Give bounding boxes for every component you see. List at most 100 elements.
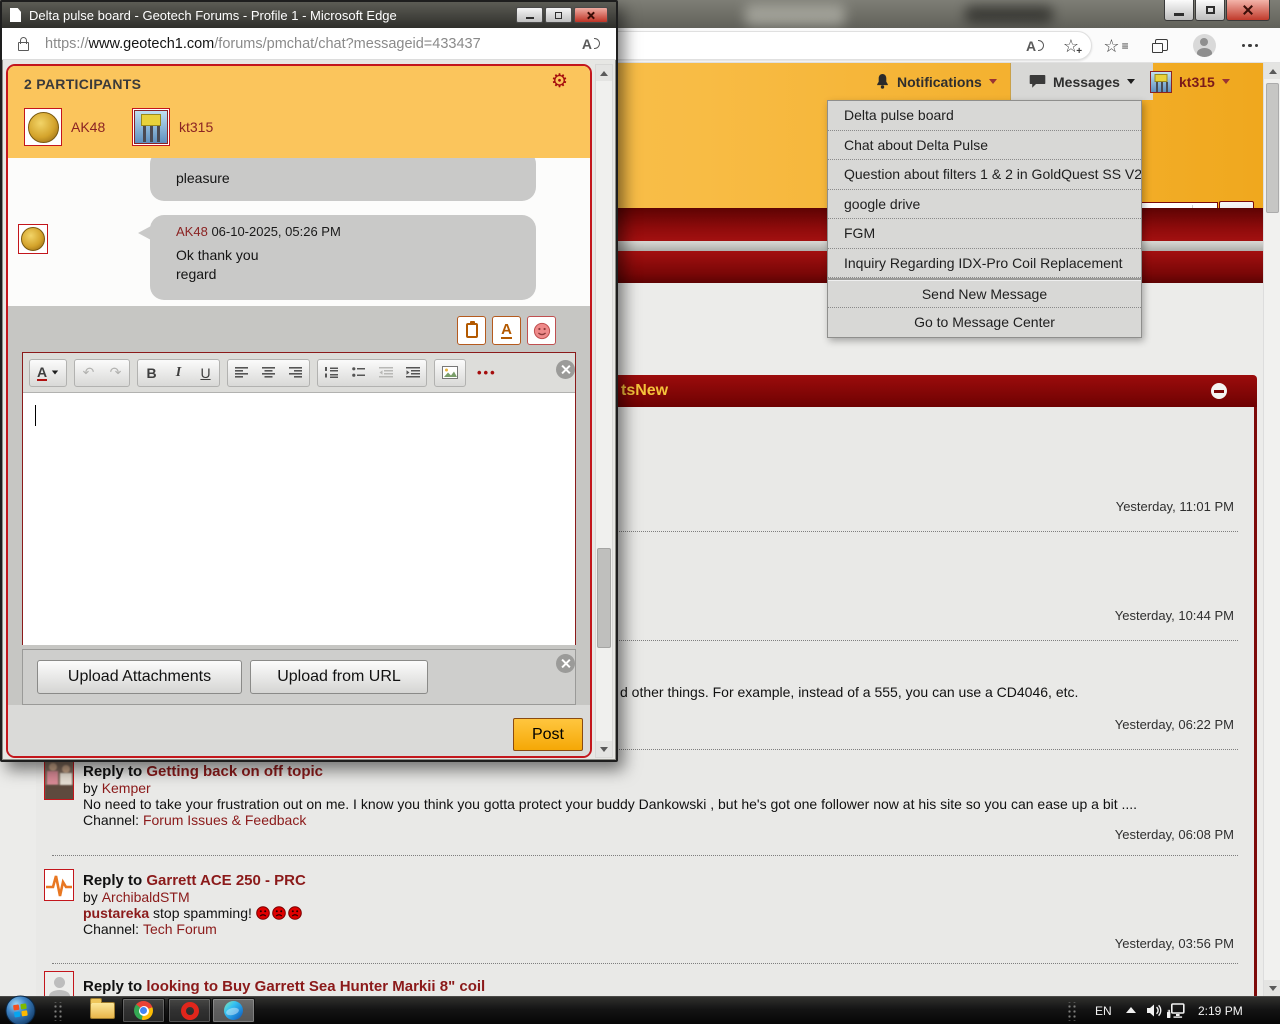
- underline-button[interactable]: U: [192, 360, 219, 386]
- user-menu[interactable]: kt315: [1150, 63, 1230, 100]
- popup-titlebar[interactable]: Delta pulse board - Geotech Forums - Pro…: [2, 2, 616, 28]
- menu-item-delta-pulse-board[interactable]: Delta pulse board: [828, 101, 1141, 131]
- avatar-art: [47, 771, 58, 785]
- minimize-button[interactable]: [516, 7, 543, 23]
- notifications-menu[interactable]: Notifications: [875, 63, 997, 100]
- text-format-button[interactable]: A: [492, 316, 521, 345]
- main-window-controls: [1163, 0, 1270, 21]
- avatar-default[interactable]: [44, 971, 74, 996]
- network-icon[interactable]: [1166, 1003, 1185, 1022]
- post-title: Reply to Garrett ACE 250 - PRC: [83, 872, 306, 889]
- indent-button[interactable]: [399, 360, 426, 386]
- add-favorite-icon[interactable]: ☆ +: [1054, 28, 1088, 63]
- close-button[interactable]: [574, 7, 608, 23]
- collections-icon[interactable]: [1142, 28, 1178, 63]
- close-button[interactable]: [1226, 0, 1270, 21]
- language-indicator[interactable]: EN: [1095, 1004, 1112, 1018]
- star-glyph: ☆: [1103, 35, 1120, 56]
- maximize-button[interactable]: [545, 7, 572, 23]
- edge-taskbar-button[interactable]: [212, 998, 255, 1023]
- plus-glyph: +: [1075, 45, 1084, 57]
- outdent-button[interactable]: [372, 360, 399, 386]
- avatar-art: [143, 126, 146, 142]
- close-attachments-icon[interactable]: [556, 654, 575, 673]
- thread-link[interactable]: Getting back on off topic: [146, 763, 323, 780]
- post-timestamp: Yesterday, 03:56 PM: [1114, 936, 1234, 951]
- file-explorer-icon[interactable]: [90, 998, 115, 1019]
- upload-attachments-button[interactable]: Upload Attachments: [37, 660, 242, 694]
- menu-item-idx-pro-inquiry[interactable]: Inquiry Regarding IDX-Pro Coil Replaceme…: [828, 249, 1141, 278]
- clear-editor-icon[interactable]: [556, 360, 575, 379]
- collapse-icon[interactable]: [1211, 383, 1227, 399]
- italic-button[interactable]: I: [165, 360, 192, 386]
- thread-link[interactable]: looking to Buy Garrett Sea Hunter Markii…: [146, 978, 485, 995]
- windows-logo-icon: [5, 995, 36, 1024]
- menu-item-message-center[interactable]: Go to Message Center: [828, 308, 1141, 338]
- avatar-art: [1166, 81, 1168, 92]
- messages-menu[interactable]: Messages: [1010, 63, 1153, 100]
- gear-icon[interactable]: ⚙: [551, 70, 568, 93]
- opera-taskbar-button[interactable]: [168, 998, 211, 1023]
- menu-item-chat-about-delta-pulse[interactable]: Chat about Delta Pulse: [828, 131, 1141, 160]
- author-link[interactable]: ArchibaldSTM: [102, 889, 190, 905]
- align-center-button[interactable]: [255, 360, 282, 386]
- show-hidden-icons[interactable]: [1126, 1007, 1136, 1013]
- font-color-button[interactable]: A: [30, 360, 66, 386]
- favorites-icon[interactable]: ☆ ≡: [1098, 28, 1134, 63]
- message-author[interactable]: AK48: [176, 224, 208, 239]
- scroll-up-button[interactable]: [596, 65, 612, 81]
- minimize-button[interactable]: [1164, 0, 1194, 21]
- reply-prefix: Reply to: [83, 872, 143, 889]
- post-author-line: by ArchibaldSTM: [83, 889, 190, 905]
- smiley-button[interactable]: [527, 316, 556, 345]
- author-link[interactable]: Kemper: [102, 780, 151, 796]
- post-separator: [52, 855, 1238, 856]
- bullet-list-button[interactable]: [345, 360, 372, 386]
- mentioned-user[interactable]: pustareka: [83, 905, 149, 921]
- settings-menu-icon[interactable]: [1232, 28, 1268, 63]
- menu-item-google-drive[interactable]: google drive: [828, 190, 1141, 219]
- undo-button[interactable]: ↶: [75, 360, 102, 386]
- bold-button[interactable]: B: [138, 360, 165, 386]
- upload-from-url-button[interactable]: Upload from URL: [250, 660, 428, 694]
- align-left-button[interactable]: [228, 360, 255, 386]
- scroll-up-button[interactable]: [1264, 63, 1280, 79]
- post-button[interactable]: Post: [513, 718, 583, 751]
- thread-link[interactable]: Garrett ACE 250 - PRC: [146, 872, 306, 889]
- insert-image-button[interactable]: [435, 360, 465, 386]
- menu-item-fgm[interactable]: FGM: [828, 219, 1141, 249]
- paste-icon: [465, 321, 478, 338]
- profile-icon[interactable]: [1186, 28, 1222, 63]
- scrollbar-thumb[interactable]: [597, 548, 611, 648]
- popup-title: Delta pulse board - Geotech Forums - Pro…: [29, 7, 397, 23]
- participant-ak48[interactable]: AK48: [24, 108, 105, 146]
- menu-item-goldquest-question[interactable]: Question about filters 1 & 2 in GoldQues…: [828, 160, 1141, 190]
- channel-link[interactable]: Forum Issues & Feedback: [143, 812, 306, 828]
- avatar-archibaldstm[interactable]: [44, 869, 74, 901]
- redo-button[interactable]: ↷: [102, 360, 129, 386]
- message-input[interactable]: [23, 393, 575, 645]
- ordered-list-button[interactable]: [318, 360, 345, 386]
- scrollbar-thumb[interactable]: [1266, 83, 1279, 213]
- channel-link[interactable]: Tech Forum: [143, 921, 217, 937]
- restore-button[interactable]: [1195, 0, 1225, 21]
- paste-button[interactable]: [457, 316, 486, 345]
- participant-kt315[interactable]: kt315: [132, 108, 213, 146]
- read-aloud-icon[interactable]: A: [582, 36, 600, 52]
- align-right-button[interactable]: [282, 360, 309, 386]
- popup-address-bar[interactable]: https://www.geotech1.com/forums/pmchat/c…: [2, 28, 616, 60]
- volume-icon[interactable]: [1146, 1003, 1163, 1021]
- scroll-down-button[interactable]: [1264, 980, 1280, 996]
- align-left-icon: [235, 367, 248, 378]
- read-aloud-icon[interactable]: A: [1018, 28, 1052, 63]
- start-button[interactable]: [5, 995, 36, 1024]
- more-options-icon[interactable]: •••: [477, 365, 497, 380]
- avatar-ak48[interactable]: [18, 224, 48, 254]
- clock[interactable]: 2:19 PM: [1198, 1004, 1243, 1018]
- username-label: kt315: [1179, 73, 1215, 90]
- avatar-kemper[interactable]: [44, 758, 74, 800]
- chrome-taskbar-button[interactable]: [122, 998, 165, 1023]
- menu-item-send-new-message[interactable]: Send New Message: [828, 278, 1141, 308]
- scroll-down-button[interactable]: [596, 741, 612, 757]
- lines-glyph: ≡: [1121, 38, 1129, 53]
